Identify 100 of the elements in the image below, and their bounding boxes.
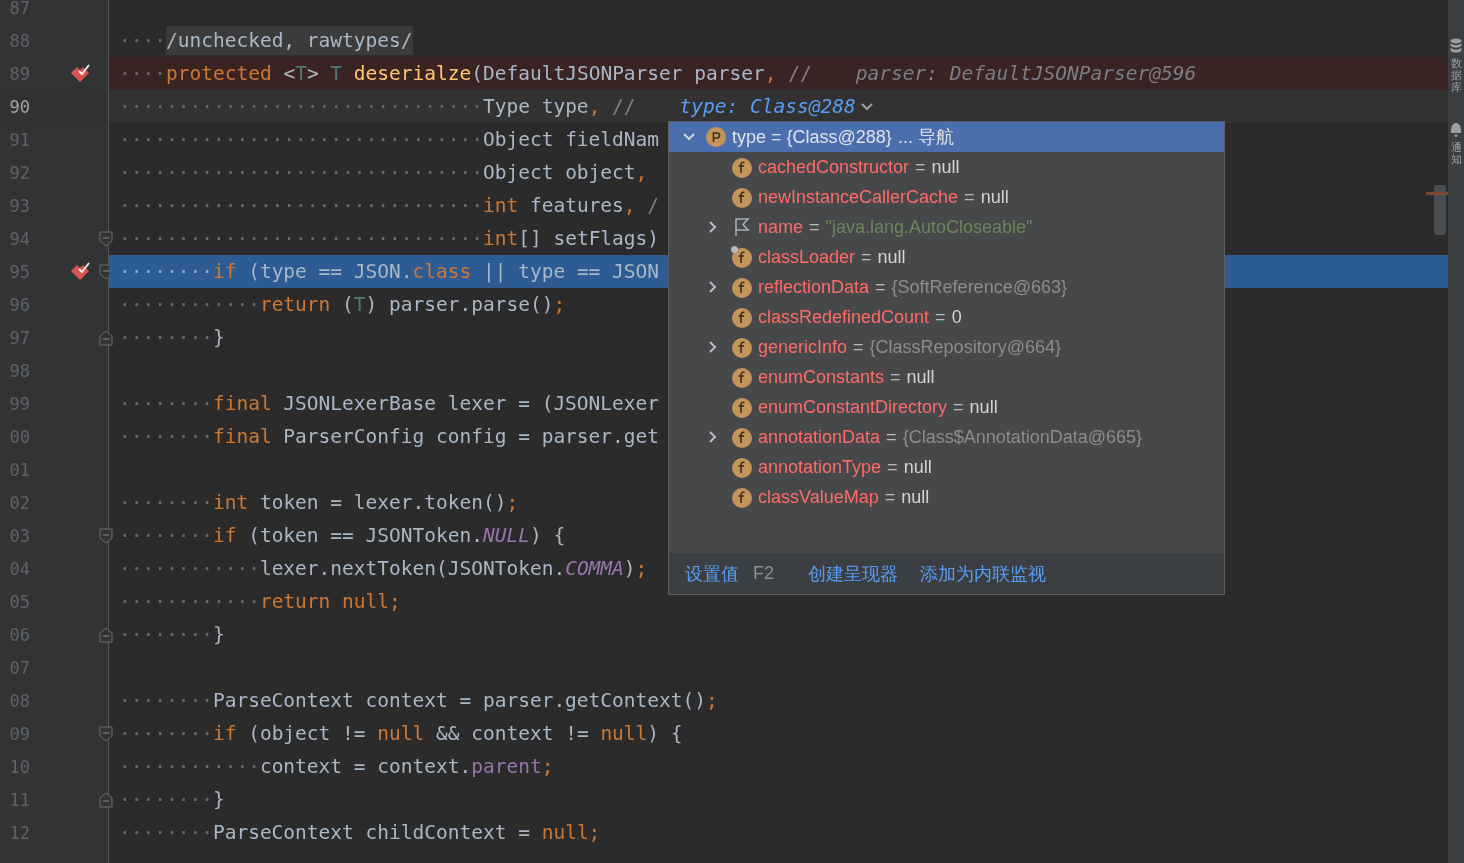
tree-row[interactable]: genericInfo = {ClassRepository@664} — [669, 332, 1224, 362]
field-value: null — [906, 366, 935, 388]
tree-row[interactable]: reflectionData = {SoftReference@663} — [669, 272, 1224, 302]
code-line: ········int token = lexer.token(); — [119, 491, 519, 514]
fold-icon[interactable] — [99, 230, 113, 247]
field-name: name — [758, 216, 804, 238]
field-value: null — [901, 486, 930, 508]
create-renderer-link[interactable]: 创建呈现器 — [808, 561, 898, 586]
field-value: {ClassRepository@664} — [869, 336, 1061, 358]
fold-icon[interactable] — [99, 527, 113, 544]
field-value: 0 — [951, 306, 962, 328]
line-number: 90 — [8, 96, 30, 117]
tree-row[interactable]: annotationType = null — [669, 452, 1224, 482]
inline-value-link[interactable]: type: Class@288 — [679, 95, 874, 118]
equals-sign: = — [935, 306, 946, 328]
code-line: ········final ParserConfig config = parser.get — [119, 425, 660, 448]
code-line: ·······························Type type, // — [119, 95, 636, 118]
add-inline-watch-link[interactable]: 添加为内联监视 — [920, 561, 1046, 586]
field-icon — [731, 456, 753, 478]
code-line: ············return null; — [119, 590, 401, 613]
tree-row[interactable]: newInstanceCallerCache = null — [669, 182, 1224, 212]
tree-row[interactable]: name = "java.lang.AutoCloseable" — [669, 212, 1224, 242]
code-line: ············return (T) parser.parse(); — [119, 293, 566, 316]
bell-icon[interactable] — [1450, 122, 1462, 139]
field-icon — [731, 306, 753, 328]
field-value: "java.lang.AutoCloseable" — [825, 216, 1033, 238]
code-line: ········} — [119, 623, 225, 646]
field-value: {SoftReference@663} — [891, 276, 1067, 298]
chevron-right-icon[interactable] — [708, 430, 718, 444]
equals-sign: = — [809, 216, 820, 238]
field-value: null — [931, 156, 960, 178]
chevron-down-icon[interactable] — [682, 132, 696, 142]
code-line: ········ParseContext childContext = null; — [119, 821, 601, 844]
field-name: newInstanceCallerCache — [758, 186, 959, 208]
field-name: enumConstantDirectory — [758, 396, 948, 418]
equals-sign: = — [853, 336, 864, 358]
code-line: ····protected <T> T deserialze(DefaultJSONParser parser, // — [119, 62, 812, 85]
field-name: annotationData — [758, 426, 881, 448]
equals-sign: = — [886, 426, 897, 448]
tree-row[interactable]: classLoader = null — [669, 242, 1224, 272]
tree-row[interactable]: classValueMap = null — [669, 482, 1224, 512]
code-line: ········} — [119, 788, 225, 811]
equals-sign: = — [915, 156, 926, 178]
field-icon — [731, 366, 753, 388]
equals-sign: = — [887, 456, 898, 478]
field-icon — [731, 336, 753, 358]
field-value: {Class$AnnotationData@665} — [902, 426, 1143, 448]
scrollbar-thumb[interactable] — [1434, 185, 1446, 235]
chevron-right-icon[interactable] — [708, 340, 718, 354]
field-icon — [731, 396, 753, 418]
chevron-right-icon[interactable] — [708, 220, 718, 234]
inline-hint: parser: DefaultJSONParser@596 — [855, 62, 1197, 85]
tree-row[interactable]: annotationData = {Class$AnnotationData@665} — [669, 422, 1224, 452]
chevron-right-icon[interactable] — [708, 280, 718, 294]
field-name: reflectionData — [758, 276, 870, 298]
set-value-link[interactable]: 设置值 — [685, 561, 739, 586]
tree-row[interactable]: classRedefinedCount = 0 — [669, 302, 1224, 332]
navigate-link[interactable]: ... 导航 — [897, 125, 954, 149]
equals-sign: = — [953, 396, 964, 418]
code-line: ············lexer.nextToken(JSONToken.COMMA); — [119, 557, 648, 580]
chevron-down-icon[interactable] — [859, 101, 874, 112]
fold-icon[interactable] — [99, 725, 113, 742]
fold-icon[interactable] — [99, 626, 113, 643]
equals-sign: = — [884, 486, 896, 508]
tree-row[interactable]: enumConstantDirectory = null — [669, 392, 1224, 422]
tree-row[interactable]: type = {Class@288} ... 导航 — [669, 122, 1224, 152]
field-value: null — [969, 396, 998, 418]
code-line: ·······························Object object, — [119, 161, 648, 184]
tool-window-tab[interactable]: 通知 — [1450, 142, 1462, 167]
field-name: enumConstants — [758, 366, 885, 388]
field-name: annotationType — [758, 456, 882, 478]
equals-sign: = — [890, 366, 901, 388]
shortcut-label: F2 — [753, 563, 774, 584]
tree-row[interactable]: enumConstants = null — [669, 362, 1224, 392]
tool-window-tab[interactable]: 数据库 — [1450, 58, 1462, 95]
tree-row[interactable]: cachedConstructor = null — [669, 152, 1224, 182]
code-line: ········} — [119, 326, 225, 349]
field-value: null — [903, 456, 932, 478]
code-line: ········if (type == JSON.class || type == JSON — [119, 260, 660, 283]
equals-sign: = — [964, 186, 975, 208]
field-name: classRedefinedCount — [758, 306, 930, 328]
code-line: ·······························int[] setFlags) — [119, 227, 660, 250]
equals-sign: = — [861, 246, 872, 268]
database-icon[interactable] — [1450, 38, 1462, 54]
field-icon — [731, 156, 753, 178]
variable-name: type = {Class@288} — [732, 126, 892, 148]
parameter-icon — [705, 126, 727, 148]
code-line: ·······························int features, / — [119, 194, 660, 217]
code-line: ············context = context.parent; — [119, 755, 554, 778]
field-icon — [731, 486, 753, 508]
field-name: genericInfo — [758, 336, 848, 358]
field-name: classValueMap — [758, 486, 879, 508]
fold-icon[interactable] — [99, 791, 113, 808]
equals-sign: = — [875, 276, 886, 298]
field-icon — [731, 426, 753, 448]
code-line: ········if (token == JSONToken.NULL) { — [119, 524, 566, 547]
field-name: classLoader — [758, 246, 856, 268]
fold-icon[interactable] — [99, 329, 113, 346]
code-line: ········ParseContext context = parser.getContext(); — [119, 689, 718, 712]
field-value: null — [877, 246, 906, 268]
